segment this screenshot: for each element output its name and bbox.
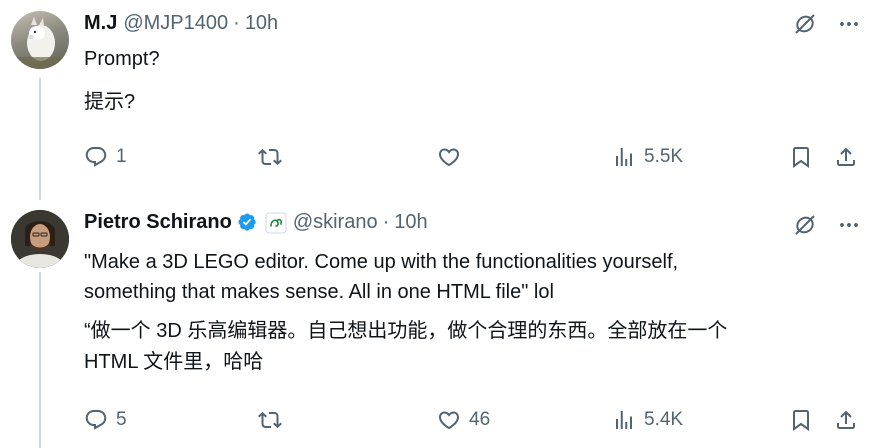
- reply-button[interactable]: 5: [84, 408, 127, 432]
- bookmark-icon: [789, 408, 813, 432]
- heart-icon: [437, 408, 461, 432]
- views-button[interactable]: 5.4K: [612, 408, 683, 432]
- bookmark-icon: [789, 145, 813, 169]
- share-button[interactable]: [834, 145, 858, 169]
- timestamp[interactable]: 10h: [245, 12, 278, 35]
- more-icon[interactable]: [837, 12, 861, 36]
- avatar[interactable]: [11, 210, 69, 268]
- reply-icon: [84, 145, 108, 169]
- share-button[interactable]: [834, 408, 858, 432]
- repost-button[interactable]: [258, 408, 290, 432]
- like-button[interactable]: 46: [437, 408, 490, 432]
- reply-icon: [84, 408, 108, 432]
- heart-icon: [437, 145, 461, 169]
- avatar[interactable]: [11, 11, 69, 69]
- view-count: 5.5K: [644, 146, 684, 167]
- thread-line: [39, 78, 41, 200]
- tweet-header: Pietro Schirano @skirano · 10h: [84, 211, 428, 234]
- share-icon: [834, 408, 858, 432]
- view-count: 5.4K: [644, 409, 684, 430]
- separator: ·: [382, 211, 390, 233]
- user-handle[interactable]: @MJP1400: [123, 12, 228, 35]
- repost-button[interactable]: [258, 145, 290, 169]
- views-icon: [612, 408, 636, 432]
- grok-icon[interactable]: [793, 12, 817, 36]
- views-icon: [612, 145, 636, 169]
- reply-button[interactable]: 1: [84, 145, 127, 169]
- tweet-header: M.J @MJP1400 · 10h: [84, 12, 278, 35]
- tweet-action-bar: 5 46 5.4K: [0, 408, 883, 438]
- reply-count: 5: [116, 409, 127, 430]
- display-name[interactable]: M.J: [84, 12, 117, 35]
- display-name[interactable]: Pietro Schirano: [84, 211, 232, 234]
- user-handle[interactable]: @skirano: [293, 211, 378, 234]
- bookmark-button[interactable]: [789, 145, 813, 169]
- repost-icon: [258, 408, 282, 432]
- grok-icon[interactable]: [793, 213, 817, 237]
- tweet-text-line: "Make a 3D LEGO editor. Come up with the…: [84, 251, 679, 273]
- separator: ·: [233, 12, 240, 34]
- reply-count: 1: [116, 146, 127, 167]
- tweet-top-actions: [793, 12, 861, 36]
- more-icon[interactable]: [837, 213, 861, 237]
- tweet-text-line: 提示?: [84, 91, 136, 113]
- tweet-text-line: HTML 文件里，哈哈: [84, 351, 264, 373]
- verified-badge-icon[interactable]: [237, 212, 259, 234]
- tweet-top-actions: [793, 213, 861, 237]
- tweet-text-line: Prompt?: [84, 48, 160, 70]
- views-button[interactable]: 5.5K: [612, 145, 683, 169]
- share-icon: [834, 145, 858, 169]
- tweet-text-line: “做一个 3D 乐高编辑器。自己想出功能，做个合理的东西。全部放在一个: [84, 320, 728, 342]
- repost-icon: [258, 145, 282, 169]
- avatar-image: [11, 17, 69, 69]
- like-button[interactable]: [437, 145, 469, 169]
- affiliation-badge-icon[interactable]: [265, 212, 287, 234]
- like-count: 46: [469, 409, 491, 430]
- tweet-text-line: something that makes sense. All in one H…: [84, 281, 554, 303]
- avatar-image: [11, 210, 69, 268]
- bookmark-button[interactable]: [789, 408, 813, 432]
- timestamp[interactable]: 10h: [394, 211, 427, 234]
- tweet-action-bar: 1 5.5K: [0, 145, 883, 175]
